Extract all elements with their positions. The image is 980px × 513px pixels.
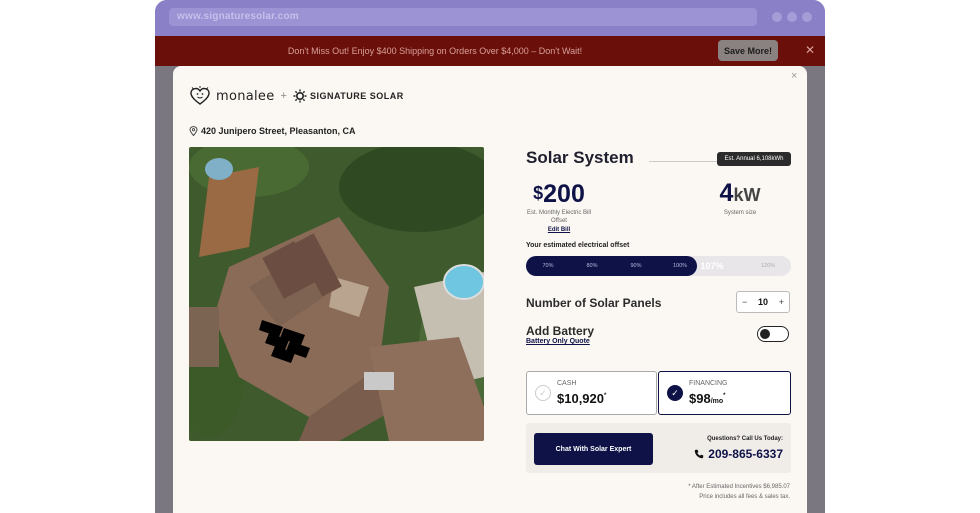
location-pin-icon bbox=[189, 126, 198, 136]
browser-chrome: www.signaturesolar.com bbox=[155, 0, 825, 36]
address: 420 Junipero Street, Pleasanton, CA bbox=[189, 126, 356, 136]
kw-caption: System size bbox=[723, 210, 757, 216]
annual-production-badge: Est. Annual 6,108kWh bbox=[717, 152, 791, 166]
offset-tick[interactable]: 100% bbox=[673, 256, 687, 276]
toggle-knob bbox=[760, 329, 770, 339]
url-bar[interactable]: www.signaturesolar.com bbox=[169, 8, 757, 26]
kw-number: 4 bbox=[719, 179, 734, 207]
cash-price: $10,920* bbox=[557, 391, 606, 406]
bill-amount: 200 bbox=[543, 180, 585, 208]
battery-toggle[interactable] bbox=[757, 326, 789, 342]
panel-quantity-stepper: − 10 + bbox=[736, 291, 790, 313]
asterisk: * bbox=[604, 393, 607, 399]
asterisk: * bbox=[723, 393, 726, 399]
address-text: 420 Junipero Street, Pleasanton, CA bbox=[201, 126, 356, 136]
bill-caption: Est. Monthly Electric Bill Offset bbox=[526, 210, 592, 224]
divider bbox=[649, 161, 717, 162]
promo-banner: Don't Miss Out! Enjoy $400 Shipping on O… bbox=[155, 36, 825, 66]
offset-tick[interactable]: 80% bbox=[586, 256, 597, 276]
call-label: Questions? Call Us Today: bbox=[707, 436, 783, 442]
battery-label: Add Battery bbox=[526, 324, 595, 338]
panels-label: Number of Solar Panels bbox=[526, 296, 662, 310]
bill-value: $200 bbox=[526, 178, 592, 209]
kw-unit: kW bbox=[733, 185, 761, 205]
financing-price-value: $98 bbox=[689, 391, 711, 406]
per-month-suffix: /mo bbox=[710, 398, 724, 405]
promo-text: Don't Miss Out! Enjoy $400 Shipping on O… bbox=[287, 46, 583, 56]
panel-count[interactable]: 10 bbox=[758, 297, 768, 307]
decrement-button[interactable]: − bbox=[742, 297, 747, 307]
close-icon[interactable]: × bbox=[791, 70, 797, 82]
check-icon: ✓ bbox=[535, 385, 551, 401]
currency-symbol: $ bbox=[533, 183, 544, 203]
save-more-button[interactable]: Save More! bbox=[718, 40, 778, 61]
browser-dot-icon[interactable] bbox=[802, 12, 812, 22]
monalee-logo-text: monalee bbox=[216, 88, 275, 104]
offset-label: Your estimated electrical offset bbox=[526, 242, 630, 249]
sun-icon bbox=[293, 89, 307, 103]
offset-tick-selected[interactable]: 107% bbox=[700, 256, 723, 276]
phone-icon bbox=[695, 449, 704, 459]
cash-label: CASH bbox=[557, 380, 577, 387]
offset-tick[interactable]: 90% bbox=[630, 256, 641, 276]
system-title: Solar System bbox=[526, 148, 634, 167]
brand-logos: monalee + SIGNATURE SOLAR bbox=[189, 86, 404, 106]
signature-solar-logo-text: SIGNATURE SOLAR bbox=[309, 91, 404, 101]
offset-slider[interactable]: 70% 80% 90% 100% 107% 120% bbox=[526, 256, 791, 276]
offset-tick[interactable]: 120% bbox=[761, 256, 775, 276]
financing-label: FINANCING bbox=[689, 380, 728, 387]
check-icon: ✓ bbox=[667, 385, 683, 401]
phone-number[interactable]: 209-865-6337 bbox=[694, 447, 783, 461]
monalee-heart-icon bbox=[190, 86, 210, 105]
plus-sign: + bbox=[280, 90, 287, 102]
offset-tick[interactable]: 70% bbox=[542, 256, 553, 276]
close-icon[interactable]: ✕ bbox=[805, 43, 815, 57]
system-size: 4kW System size bbox=[701, 178, 779, 216]
cash-price-value: $10,920 bbox=[557, 391, 604, 406]
contact-box: Chat With Solar Expert Questions? Call U… bbox=[526, 423, 791, 473]
phone-text[interactable]: 209-865-6337 bbox=[708, 447, 783, 461]
browser-dot-icon[interactable] bbox=[772, 12, 782, 22]
chat-with-expert-button[interactable]: Chat With Solar Expert bbox=[534, 433, 653, 465]
monthly-bill-offset: $200 Est. Monthly Electric Bill Offset E… bbox=[526, 178, 592, 233]
edit-bill-link[interactable]: Edit Bill bbox=[526, 227, 592, 233]
payment-option-cash[interactable]: ✓ CASH $10,920* bbox=[526, 371, 657, 415]
increment-button[interactable]: + bbox=[779, 297, 784, 307]
financing-price: $98/mo* bbox=[689, 391, 726, 406]
aerial-roof-image bbox=[189, 147, 484, 441]
payment-option-financing[interactable]: ✓ FINANCING $98/mo* bbox=[658, 371, 791, 415]
kw-value: 4kW bbox=[701, 178, 779, 210]
quote-modal: × monalee + SIGNATURE SOLAR 420 Junipero… bbox=[173, 66, 807, 513]
incentives-note: * After Estimated Incentives $6,985.07 bbox=[688, 484, 790, 490]
battery-only-quote-link[interactable]: Battery Only Quote bbox=[526, 338, 590, 345]
browser-dot-icon[interactable] bbox=[787, 12, 797, 22]
fees-note: Price includes all fees & sales tax. bbox=[699, 494, 790, 500]
